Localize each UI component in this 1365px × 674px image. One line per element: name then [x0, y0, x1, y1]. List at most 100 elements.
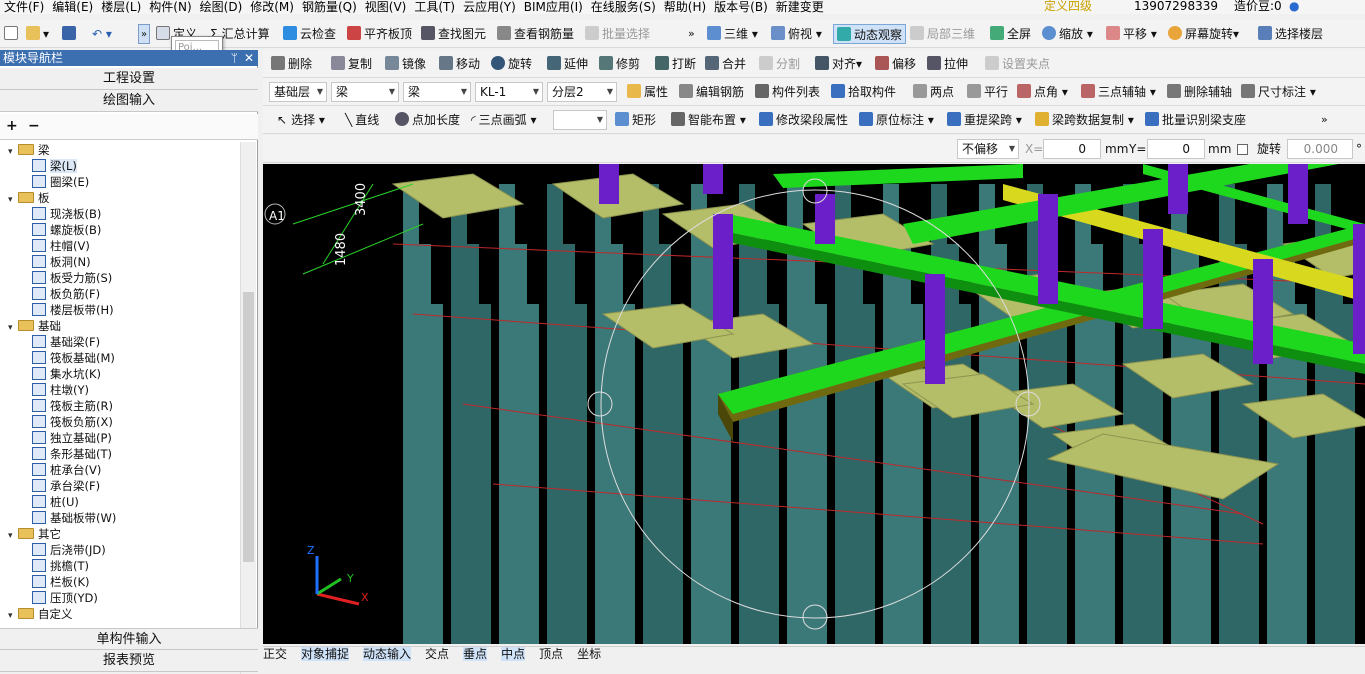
pin-icon[interactable]: ᛘ — [231, 50, 238, 66]
span-data-copy-button[interactable]: 梁跨数据复制 ▾ — [1035, 110, 1134, 130]
open-icon[interactable]: ▾ — [26, 24, 49, 44]
tree-item[interactable]: 柱墩(Y) — [32, 382, 89, 398]
report-preview-button[interactable]: 报表预览 — [0, 650, 258, 672]
tree-folder[interactable]: ▾ 梁 — [8, 142, 50, 158]
menu-online[interactable]: 在线服务(S) — [587, 1, 660, 13]
save-icon[interactable] — [62, 24, 79, 44]
rotate-checkbox[interactable] — [1237, 144, 1248, 155]
scroll-thumb[interactable] — [243, 292, 254, 562]
mirror-button[interactable]: 镜像 — [385, 54, 426, 74]
floor-select[interactable]: 基础层 ▼ — [269, 82, 327, 102]
parallel-axis-button[interactable]: 平行 — [967, 82, 1008, 102]
tree-item[interactable]: 板受力筋(S) — [32, 270, 112, 286]
tree-item[interactable]: 圈梁(E) — [32, 174, 89, 190]
delete-button[interactable]: 删除 — [271, 54, 312, 74]
type-select[interactable]: 梁 ▼ — [403, 82, 471, 102]
three-point-arc-button[interactable]: ◜ 三点画弧 ▾ — [471, 110, 537, 130]
tree-item[interactable]: 板负筋(F) — [32, 286, 100, 302]
pick-component-button[interactable]: 拾取构件 — [831, 82, 896, 102]
3d-viewport[interactable]: A1 3400 1480 X Y Z — [263, 164, 1365, 644]
delete-axis-button[interactable]: 删除辅轴 — [1167, 82, 1232, 102]
tree-item[interactable]: 条形基础(T) — [32, 446, 112, 462]
overflow-icon-2[interactable]: » — [1321, 110, 1328, 130]
smart-layout-button[interactable]: 智能布置 ▾ — [671, 110, 746, 130]
component-list-button[interactable]: 构件列表 — [755, 82, 820, 102]
scene-svg[interactable]: A1 3400 1480 X Y Z — [263, 164, 1365, 644]
flat-top-button[interactable]: 平齐板顶 — [347, 24, 412, 44]
category-select[interactable]: 梁 ▼ — [331, 82, 399, 102]
menu-floor[interactable]: 楼层(L) — [97, 1, 145, 13]
view-rebar-button[interactable]: 查看钢筋量 — [497, 24, 574, 44]
tree-folder[interactable]: ▾ 基础 — [8, 318, 61, 334]
select-tool-button[interactable]: ↖ 选择 ▾ — [277, 110, 325, 130]
tree-item[interactable]: 梁(L) — [32, 158, 77, 174]
chevron-down-icon[interactable]: ▾ — [8, 608, 18, 624]
menu-file[interactable]: 文件(F) — [0, 1, 48, 13]
menu-bim[interactable]: BIM应用(I) — [520, 1, 587, 13]
top-view-button[interactable]: 俯视 ▾ — [771, 24, 822, 44]
tree-folder[interactable]: ▾ 板 — [8, 190, 50, 206]
rotate-input[interactable]: 0.000 — [1287, 139, 1353, 159]
chevron-down-icon[interactable]: ▾ — [8, 192, 18, 208]
single-component-input-button[interactable]: 单构件输入 — [0, 628, 258, 650]
align-button[interactable]: 对齐▾ — [815, 54, 862, 74]
menu-view[interactable]: 视图(V) — [361, 1, 411, 13]
tree-item[interactable]: 基础板带(W) — [32, 510, 116, 526]
status-dynamic-input[interactable]: 动态输入 — [363, 647, 412, 661]
status-midpoint[interactable]: 中点 — [501, 647, 526, 661]
tree-folder[interactable]: ▾ 其它 — [8, 526, 61, 542]
new-icon[interactable] — [4, 24, 21, 44]
menu-draw[interactable]: 绘图(D) — [196, 1, 247, 13]
menu-component[interactable]: 构件(N) — [145, 1, 195, 13]
menu-modify[interactable]: 修改(M) — [246, 1, 298, 13]
properties-button[interactable]: 属性 — [627, 82, 668, 102]
tree-item[interactable]: 楼层板带(H) — [32, 302, 114, 318]
tree-item[interactable]: 螺旋板(B) — [32, 222, 101, 238]
status-perpendicular[interactable]: 垂点 — [463, 647, 488, 661]
tree-scrollbar[interactable] — [240, 142, 256, 674]
overflow-icon[interactable]: » — [688, 24, 695, 44]
two-point-axis-button[interactable]: 两点 — [913, 82, 954, 102]
zoom-button[interactable]: 缩放 ▾ — [1042, 24, 1093, 44]
menu-help[interactable]: 帮助(H) — [660, 1, 710, 13]
batch-select-button[interactable]: 批量选择 — [585, 24, 650, 44]
arc-mode-select[interactable]: ▼ — [553, 110, 607, 130]
chevron-down-icon[interactable]: ▾ — [8, 528, 18, 544]
tree-item[interactable]: 压顶(YD) — [32, 590, 98, 606]
dimension-button[interactable]: 尺寸标注 ▾ — [1241, 82, 1316, 102]
point-angle-button[interactable]: 点角 ▾ — [1017, 82, 1068, 102]
screen-rotate-button[interactable]: 屏幕旋转▾ — [1168, 24, 1239, 44]
edit-rebar-button[interactable]: 编辑钢筋 — [679, 82, 744, 102]
tree-item[interactable]: 板洞(N) — [32, 254, 91, 270]
component-select[interactable]: KL-1 ▼ — [475, 82, 543, 102]
y-input[interactable]: 0 — [1147, 139, 1205, 159]
rectangle-button[interactable]: 矩形 — [615, 110, 656, 130]
x-input[interactable]: 0 — [1043, 139, 1101, 159]
menu-cloud[interactable]: 云应用(Y) — [459, 1, 520, 13]
set-point-button[interactable]: 设置夹点 — [985, 54, 1050, 74]
trim-button[interactable]: 修剪 — [599, 54, 640, 74]
select-floor-button[interactable]: 选择楼层 — [1258, 24, 1323, 44]
tree-item[interactable]: 挑檐(T) — [32, 558, 89, 574]
chevron-down-icon[interactable]: ▾ — [8, 320, 18, 336]
tree-item[interactable]: 桩承台(V) — [32, 462, 101, 478]
three-point-axis-button[interactable]: 三点辅轴 ▾ — [1081, 82, 1156, 102]
menu-edit[interactable]: 编辑(E) — [48, 1, 97, 13]
close-icon[interactable]: ✕ — [244, 50, 254, 66]
tree-item[interactable]: 承台梁(F) — [32, 478, 100, 494]
tree-item[interactable]: 基础梁(F) — [32, 334, 100, 350]
tree-item[interactable]: 柱帽(V) — [32, 238, 90, 254]
merge-button[interactable]: 合并 — [705, 54, 746, 74]
tree-item[interactable]: 集水坑(K) — [32, 366, 101, 382]
fullscreen-button[interactable]: 全屏 — [990, 24, 1031, 44]
menu-tools[interactable]: 工具(T) — [410, 1, 459, 13]
expand-all-icon[interactable]: + — [6, 118, 18, 134]
bell-icon[interactable]: ● — [1285, 0, 1303, 12]
modify-beam-seg-button[interactable]: 修改梁段属性 — [759, 110, 848, 130]
rotate-button[interactable]: 旋转 — [491, 54, 532, 74]
tree-item[interactable]: 栏板(K) — [32, 574, 90, 590]
in-place-dim-button[interactable]: 原位标注 ▾ — [859, 110, 934, 130]
copy-button[interactable]: 复制 — [331, 54, 372, 74]
collapse-all-icon[interactable]: − — [28, 118, 40, 134]
offset-mode-select[interactable]: 不偏移 ▼ — [957, 139, 1019, 159]
